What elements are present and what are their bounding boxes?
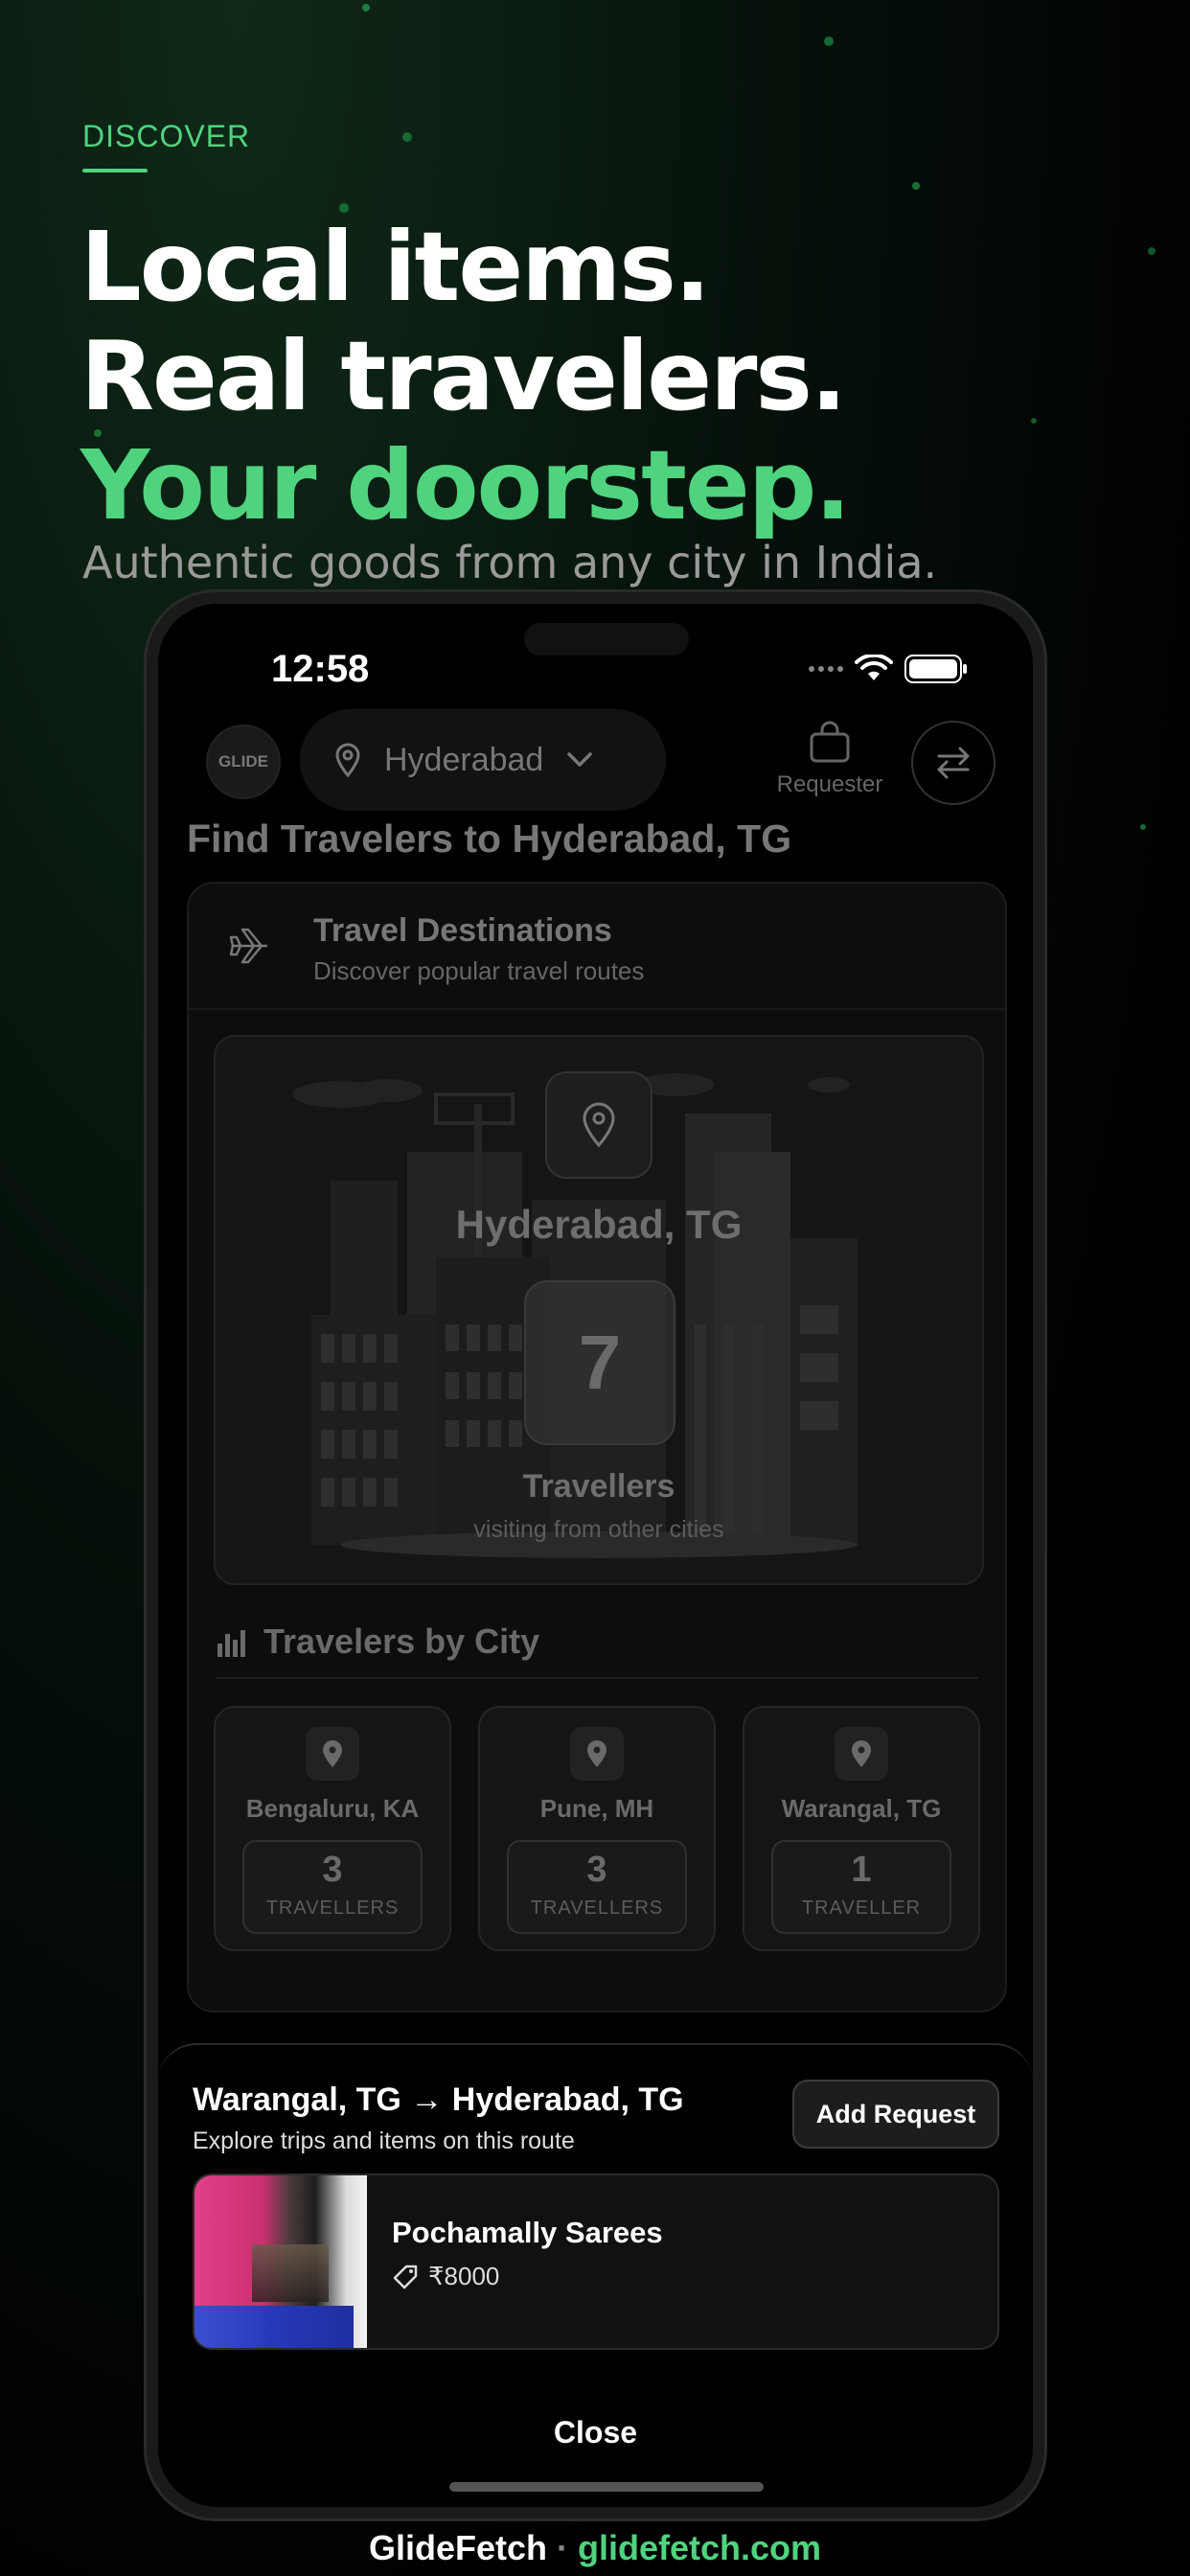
city-count: 3	[586, 1850, 607, 1890]
decorative-dot	[402, 132, 412, 142]
headline-line-2: Real travelers.	[80, 320, 847, 432]
city-count-label: TRAVELLERS	[265, 1898, 400, 1919]
travelers-by-city-heading: Travelers by City	[216, 1622, 539, 1662]
subheadline: Authentic goods from any city in India.	[82, 537, 938, 588]
wifi-icon	[855, 655, 893, 680]
city-count-label: TRAVELLER	[801, 1898, 922, 1919]
decorative-dot	[912, 182, 920, 190]
item-name: Pochamally Sarees	[392, 2216, 663, 2249]
bar-chart-icon	[217, 1630, 245, 1657]
chevron-down-icon	[567, 752, 593, 767]
divider	[216, 1677, 978, 1679]
city-count-label: TRAVELLERS	[530, 1898, 664, 1919]
item-price: ₹8000	[428, 2262, 500, 2290]
shopping-bag-icon	[810, 721, 850, 763]
travel-destinations-header[interactable]: Travel Destinations Discover popular tra…	[189, 884, 1005, 1010]
item-thumbnail	[195, 2175, 367, 2348]
map-pin-icon	[335, 743, 360, 777]
requester-label: Requester	[776, 771, 883, 797]
city-name: Bengaluru, KA	[245, 1794, 420, 1823]
hero-pin-badge	[545, 1071, 652, 1179]
status-time: 12:58	[271, 648, 370, 690]
location-selector[interactable]: Hyderabad	[300, 709, 666, 811]
hero-traveller-count: 7	[524, 1280, 675, 1445]
footer-brand: GlideFetch	[368, 2528, 547, 2567]
phone-screen: 12:58 GLIDE Hyderabad Requester Find Tra…	[158, 604, 1033, 2507]
signal-icon	[809, 666, 843, 672]
route-subtitle: Explore trips and items on this route	[193, 2128, 575, 2154]
decorative-dot	[1140, 824, 1146, 830]
status-icons	[809, 654, 968, 684]
city-name: Pune, MH	[539, 1794, 654, 1823]
hero-travellers-label: Travellers	[522, 1468, 675, 1505]
app-logo-text: GLIDE	[218, 752, 268, 770]
location-label: Hyderabad	[384, 741, 544, 778]
eyebrow-underline	[82, 169, 148, 172]
city-pin-badge	[835, 1727, 888, 1781]
decorative-dot	[1148, 247, 1156, 255]
city-name: Warangal, TG	[781, 1794, 942, 1823]
route-item-card[interactable]: Pochamally Sarees ₹8000	[193, 2174, 999, 2350]
close-button[interactable]: Close	[158, 2415, 1033, 2450]
price-tag-icon	[393, 2265, 418, 2288]
map-pin-icon	[583, 1102, 615, 1148]
page-title: Find Travelers to Hyderabad, TG	[187, 816, 792, 861]
city-hero-panel[interactable]: Hyderabad, TG 7 Travellers visiting from…	[214, 1035, 984, 1585]
headline-line-1: Local items.	[80, 211, 711, 323]
hero-city-name: Hyderabad, TG	[455, 1202, 743, 1247]
map-pin-icon	[587, 1740, 606, 1767]
item-price-row: ₹8000	[392, 2262, 499, 2291]
route-title: Warangal, TG → Hyderabad, TG	[193, 2082, 684, 2118]
city-count-box: 3 TRAVELLERS	[242, 1840, 423, 1934]
travel-destinations-card: Travel Destinations Discover popular tra…	[187, 882, 1007, 2012]
city-count-box: 3 TRAVELLERS	[507, 1840, 687, 1934]
swap-arrows-icon	[937, 747, 970, 779]
decorative-dot	[1031, 418, 1037, 424]
city-card-warangal[interactable]: Warangal, TG 1 TRAVELLER	[743, 1706, 980, 1951]
travelers-by-city-title: Travelers by City	[263, 1622, 540, 1661]
travel-destinations-subtitle: Discover popular travel routes	[313, 956, 645, 985]
city-card-pune[interactable]: Pune, MH 3 TRAVELLERS	[478, 1706, 716, 1951]
add-request-button[interactable]: Add Request	[792, 2080, 999, 2149]
phone-frame: 12:58 GLIDE Hyderabad Requester Find Tra…	[147, 592, 1044, 2518]
travel-destinations-title: Travel Destinations	[313, 912, 612, 949]
city-pin-badge	[306, 1727, 359, 1781]
map-pin-icon	[852, 1740, 871, 1767]
footer-separator: ·	[556, 2528, 568, 2567]
battery-icon	[904, 655, 967, 683]
decorative-dot	[362, 4, 370, 12]
home-indicator	[449, 2482, 764, 2492]
city-card-bengaluru[interactable]: Bengaluru, KA 3 TRAVELLERS	[214, 1706, 451, 1951]
footer-url[interactable]: glidefetch.com	[578, 2528, 821, 2567]
headline: Local items. Real travelers. Your doorst…	[80, 211, 851, 541]
city-pin-badge	[570, 1727, 624, 1781]
map-pin-icon	[323, 1740, 342, 1767]
airplane-icon	[229, 928, 267, 964]
dynamic-island	[524, 623, 689, 656]
decorative-dot	[824, 36, 834, 46]
eyebrow-label: DISCOVER	[82, 119, 251, 153]
city-count-box: 1 TRAVELLER	[771, 1840, 951, 1934]
city-count: 3	[322, 1850, 343, 1890]
swap-role-button[interactable]	[911, 721, 995, 805]
requester-toggle[interactable]: Requester	[769, 721, 890, 798]
city-count: 1	[851, 1850, 872, 1890]
route-bottom-sheet: Warangal, TG → Hyderabad, TG Explore tri…	[158, 2043, 1033, 2507]
hero-visiting-label: visiting from other cities	[473, 1516, 724, 1543]
headline-line-3: Your doorstep.	[80, 429, 851, 541]
app-logo[interactable]: GLIDE	[206, 724, 281, 799]
footer: GlideFetch · glidefetch.com	[0, 2528, 1190, 2568]
